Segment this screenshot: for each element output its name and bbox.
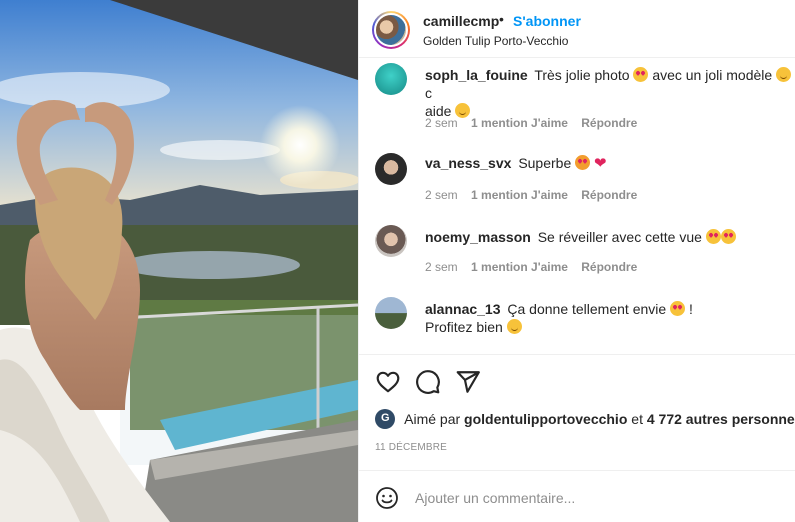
follow-button[interactable]: S'abonner: [513, 13, 581, 29]
comment-text-part: c: [425, 85, 432, 101]
comment-text-part: Superbe: [518, 155, 572, 171]
comments-list[interactable]: soph_la_fouine Très jolie photo avec un …: [359, 58, 795, 354]
paper-plane-icon[interactable]: [455, 369, 481, 395]
comment-text-part: Profitez bien: [425, 319, 503, 335]
likes-conjunction: et: [631, 411, 643, 427]
commenter-avatar[interactable]: [375, 153, 407, 185]
heart-eyes-cat-emoji-icon: [575, 155, 591, 170]
heart-eyes-emoji-icon: [670, 301, 686, 316]
commenter-avatar[interactable]: [375, 225, 407, 257]
comment-input[interactable]: [415, 485, 775, 511]
post-location[interactable]: Golden Tulip Porto-Vecchio: [423, 34, 568, 48]
commenter-username[interactable]: noemy_masson: [425, 229, 531, 245]
post-header: camillecmp • S'abonner Golden Tulip Port…: [359, 0, 795, 58]
comment-text-part: Très jolie photo: [534, 67, 630, 83]
header-separator: •: [499, 11, 504, 27]
heart-eyes-emoji-icon: [633, 67, 649, 82]
reply-button[interactable]: Répondre: [581, 116, 637, 130]
post-date[interactable]: 11 DÉCEMBRE: [375, 442, 447, 453]
comment-text-part: !: [688, 301, 693, 317]
comment-likes[interactable]: 1 mention J'aime: [471, 260, 568, 274]
add-comment-bar: [359, 470, 795, 522]
comment-text: soph_la_fouine Très jolie photo avec un …: [425, 66, 795, 120]
hugging-emoji-icon: [506, 319, 522, 334]
likes-count[interactable]: 4 772 autres personnes: [647, 411, 795, 427]
heart-eyes-emoji-icon: [705, 229, 721, 244]
comment-time[interactable]: 2 sem: [425, 116, 458, 130]
post-image: [0, 0, 358, 522]
likes-summary: Aimé par goldentulipportovecchio et 4 77…: [375, 409, 795, 429]
author-username[interactable]: camillecmp: [423, 13, 499, 29]
heart-eyes-emoji-icon: [720, 229, 736, 244]
comment-meta: 2 sem 1 mention J'aime Répondre: [425, 188, 647, 202]
liker-avatar[interactable]: [375, 409, 395, 429]
author-avatar[interactable]: [372, 11, 410, 49]
commenter-username[interactable]: alannac_13: [425, 301, 501, 317]
comment-likes[interactable]: 1 mention J'aime: [471, 188, 568, 202]
heart-outline-icon[interactable]: [375, 369, 401, 395]
comment-time[interactable]: 2 sem: [425, 260, 458, 274]
smiley-icon[interactable]: [375, 486, 399, 510]
commenter-avatar[interactable]: [375, 297, 407, 329]
commenter-username[interactable]: va_ness_svx: [425, 155, 511, 171]
comment-time[interactable]: 2 sem: [425, 188, 458, 202]
reply-button[interactable]: Répondre: [581, 188, 637, 202]
likes-prefix: Aimé par: [404, 411, 461, 427]
commenter-username[interactable]: soph_la_fouine: [425, 67, 528, 83]
post-details-panel: camillecmp • S'abonner Golden Tulip Port…: [358, 0, 795, 522]
liker-username[interactable]: goldentulipportovecchio: [464, 411, 627, 427]
comment-text-part: avec un joli modèle: [652, 67, 773, 83]
comment-text-part: Ça donne tellement envie: [507, 301, 667, 317]
speech-bubble-icon[interactable]: [415, 369, 441, 395]
comment-text: va_ness_svx Superbe ❤: [425, 154, 795, 173]
comment-text: alannac_13 Ça donne tellement envie ! Pr…: [425, 300, 795, 336]
commenter-avatar[interactable]: [375, 63, 407, 95]
comment-text-part: Se réveiller avec cette vue: [537, 229, 702, 245]
comment-meta: 2 sem 1 mention J'aime Répondre: [425, 116, 647, 130]
comment-likes[interactable]: 1 mention J'aime: [471, 116, 568, 130]
post-photo[interactable]: [0, 0, 358, 522]
comment-meta: 2 sem 1 mention J'aime Répondre: [425, 260, 647, 274]
action-bar: [359, 354, 795, 406]
comment-text: noemy_masson Se réveiller avec cette vue: [425, 228, 795, 246]
smiling-emoji-icon: [776, 67, 792, 82]
red-heart-icon: ❤: [594, 155, 607, 172]
reply-button[interactable]: Répondre: [581, 260, 637, 274]
